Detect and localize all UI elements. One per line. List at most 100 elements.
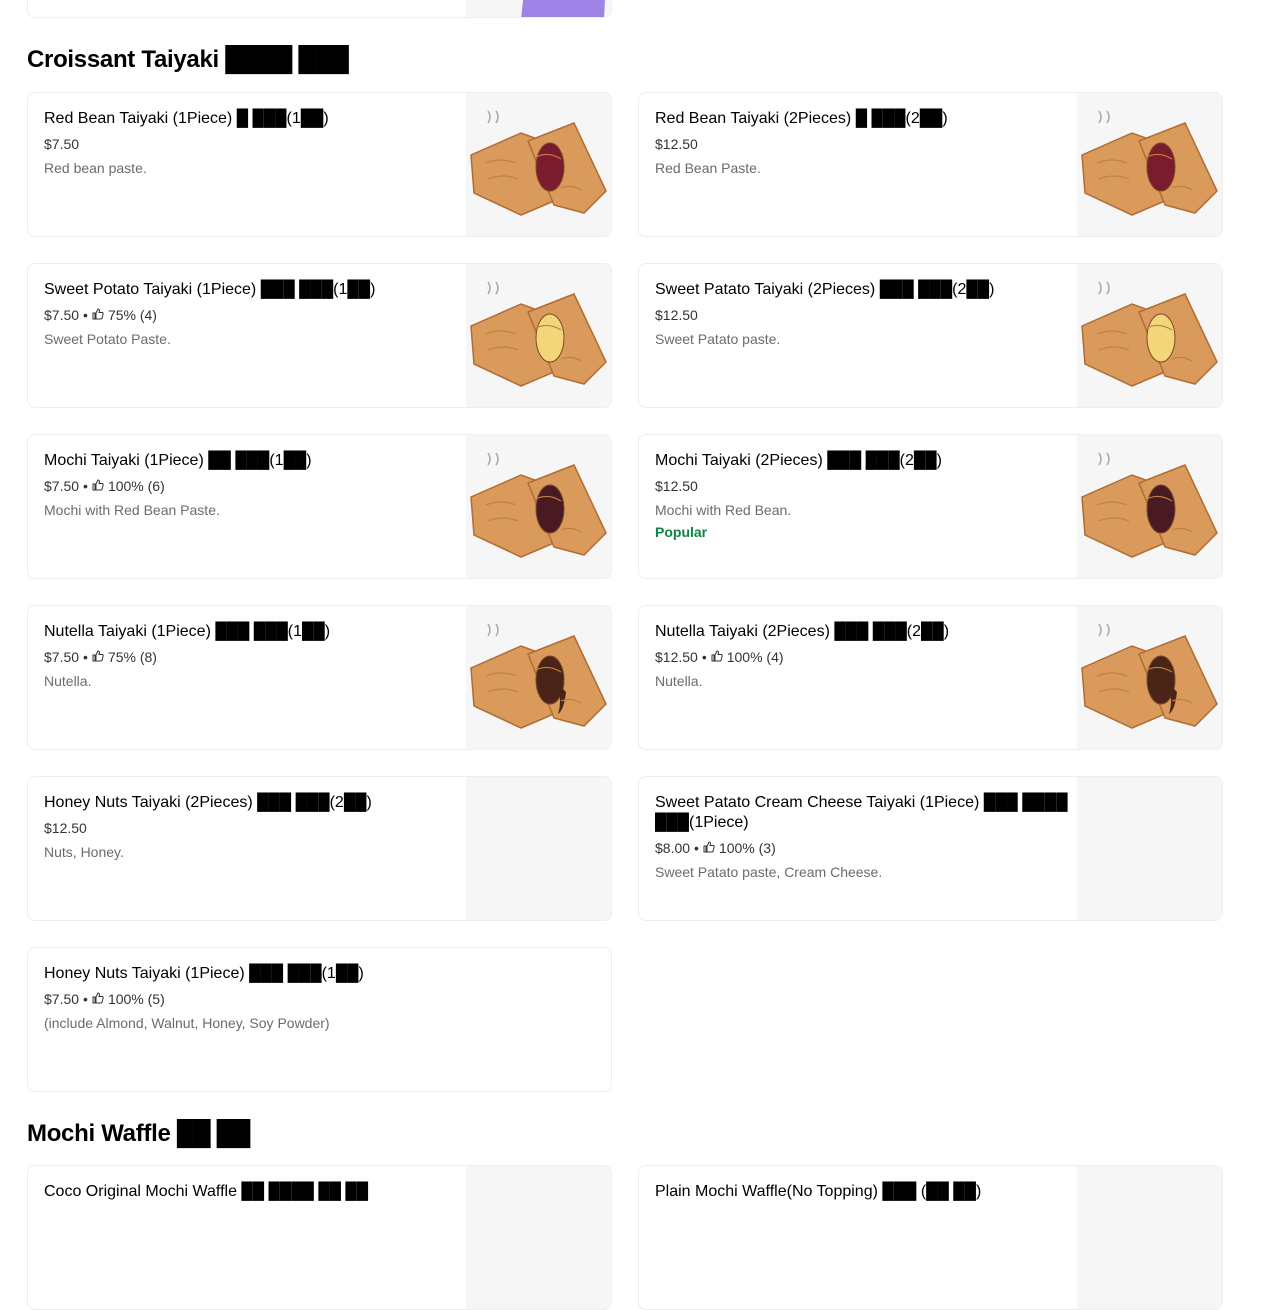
taiyaki-illustration <box>470 281 607 387</box>
item-name: Mochi Taiyaki (1Piece) ██ ███(1██) <box>44 452 312 469</box>
item-price: $12.50 <box>655 649 698 665</box>
section-title-mochi-waffle: Mochi Waffle ██ ██ <box>27 1120 251 1147</box>
item-image <box>1077 606 1222 749</box>
item-info: Mochi Taiyaki (2Pieces) ███ ███(2██) $12.… <box>655 451 1075 542</box>
popular-badge: Popular <box>655 524 708 540</box>
taiyaki-illustration <box>1081 110 1218 216</box>
item-image <box>1077 777 1222 920</box>
item-image <box>466 435 611 578</box>
item-image <box>1077 1166 1222 1309</box>
taiyaki-illustration <box>470 110 607 216</box>
item-info: Nutella Taiyaki (2Pieces) ███ ███(2██) $1… <box>655 622 1075 691</box>
taiyaki-illustration <box>1081 623 1218 729</box>
separator-dot: • <box>83 307 88 323</box>
item-price: $12.50 <box>44 820 87 836</box>
menu-item-card[interactable]: Honey Nuts Taiyaki (2Pieces) ███ ███(2██… <box>27 776 612 921</box>
item-image <box>466 777 611 920</box>
section-title-croissant-taiyaki: Croissant Taiyaki ████ ███ <box>27 46 349 73</box>
item-name: Red Bean Taiyaki (1Piece) █ ███(1██) <box>44 110 329 127</box>
item-price: $12.50 <box>655 136 698 152</box>
item-image <box>466 0 611 17</box>
item-rating: 75% (8) <box>107 649 157 665</box>
taiyaki-illustration <box>470 452 607 558</box>
item-name: Nutella Taiyaki (1Piece) ███ ███(1██) <box>44 623 331 640</box>
item-meta: $7.50 • 100% (6) <box>44 476 464 496</box>
menu-item-card[interactable]: Sweet Patato Cream Cheese Taiyaki (1Piec… <box>638 776 1223 921</box>
box-illustration <box>521 0 605 17</box>
separator-dot: • <box>701 649 707 665</box>
item-image <box>1077 264 1222 407</box>
item-meta: $8.00 • 100% (3) <box>655 838 1075 858</box>
item-info: Sweet Potato Taiyaki (1Piece) ███ ███(1█… <box>44 280 464 349</box>
item-name: Red Bean Taiyaki (2Pieces) █ ███(2██) <box>655 110 948 127</box>
item-description: Mochi with Red Bean Paste. <box>44 502 220 518</box>
item-rating: 100% (6) <box>107 478 165 494</box>
menu-item-card[interactable]: Honey Nuts Taiyaki (1Piece) ███ ███(1██)… <box>27 947 612 1092</box>
menu-item-card[interactable]: Mochi Taiyaki (1Piece) ██ ███(1██) $7.50 •… <box>27 434 612 579</box>
menu-item-card[interactable]: Nutella Taiyaki (2Pieces) ███ ███(2██) $1… <box>638 605 1223 750</box>
separator-dot: • <box>83 649 88 665</box>
item-price: $7.50 <box>44 307 80 323</box>
item-name: Sweet Patato Taiyaki (2Pieces) ███ ███(2… <box>655 281 995 298</box>
menu-item-card[interactable]: Sweet Potato Taiyaki (1Piece) ███ ███(1█… <box>27 263 612 408</box>
item-description: Red Bean Paste. <box>655 160 761 176</box>
item-info: Honey Nuts Taiyaki (1Piece) ███ ███(1██)… <box>44 964 464 1033</box>
item-description: Sweet Potato Paste. <box>44 331 171 347</box>
item-name: Plain Mochi Waffle(No Topping) ███ (██ █… <box>655 1183 982 1200</box>
item-info: Sweet Patato Cream Cheese Taiyaki (1Piec… <box>655 793 1075 882</box>
item-meta: $12.50 <box>655 476 1075 496</box>
menu-item-card[interactable]: Red Bean Taiyaki (2Pieces) █ ███(2██) $12… <box>638 92 1223 237</box>
item-name: Coco Original Mochi Waffle ██ ████ ██ ██ <box>44 1183 369 1200</box>
item-image <box>1077 93 1222 236</box>
item-info: Sweet Patato Taiyaki (2Pieces) ███ ███(2… <box>655 280 1075 349</box>
item-description: Nuts, Honey. <box>44 844 124 860</box>
item-price: $7.50 <box>44 478 80 494</box>
menu-item-card[interactable] <box>27 0 612 18</box>
thumbs-up-icon <box>92 305 104 325</box>
item-info: Honey Nuts Taiyaki (2Pieces) ███ ███(2██… <box>44 793 464 862</box>
item-meta: $7.50 • 75% (4) <box>44 305 464 325</box>
taiyaki-illustration <box>470 623 607 729</box>
item-meta: $12.50 • 100% (4) <box>655 647 1075 667</box>
separator-dot: • <box>694 840 699 856</box>
item-info: Coco Original Mochi Waffle ██ ████ ██ ██ <box>44 1182 464 1202</box>
item-price: $7.50 <box>44 991 80 1007</box>
thumbs-up-icon <box>92 989 104 1009</box>
item-meta: $12.50 <box>655 305 1075 325</box>
item-rating: 100% (5) <box>107 991 165 1007</box>
item-meta: $12.50 <box>44 818 464 838</box>
menu-item-card[interactable]: Nutella Taiyaki (1Piece) ███ ███(1██) $7.… <box>27 605 612 750</box>
item-rating: 100% (4) <box>726 649 784 665</box>
item-description: Sweet Patato paste. <box>655 331 781 347</box>
item-name: Honey Nuts Taiyaki (2Pieces) ███ ███(2██… <box>44 794 372 811</box>
separator-dot: • <box>83 991 88 1007</box>
taiyaki-illustration <box>1081 452 1218 558</box>
item-info: Red Bean Taiyaki (2Pieces) █ ███(2██) $12… <box>655 109 1075 178</box>
item-name: Sweet Potato Taiyaki (1Piece) ███ ███(1█… <box>44 281 376 298</box>
separator-dot: • <box>83 478 88 494</box>
item-meta: $7.50 • 100% (5) <box>44 989 464 1009</box>
menu-item-card[interactable]: Mochi Taiyaki (2Pieces) ███ ███(2██) $12.… <box>638 434 1223 579</box>
item-image <box>466 1166 611 1309</box>
item-description: Nutella. <box>44 673 92 689</box>
item-price: $7.50 <box>44 136 80 152</box>
menu-item-card[interactable]: Sweet Patato Taiyaki (2Pieces) ███ ███(2… <box>638 263 1223 408</box>
item-info: Plain Mochi Waffle(No Topping) ███ (██ █… <box>655 1182 1075 1202</box>
item-info: Red Bean Taiyaki (1Piece) █ ███(1██) $7.5… <box>44 109 464 178</box>
item-description: Red bean paste. <box>44 160 147 176</box>
item-rating: 75% (4) <box>107 307 157 323</box>
item-meta: $7.50 • 75% (8) <box>44 647 464 667</box>
item-description: (include Almond, Walnut, Honey, Soy Powd… <box>44 1015 330 1031</box>
item-description: Sweet Patato paste, Cream Cheese. <box>655 864 883 880</box>
thumbs-up-icon <box>711 647 723 667</box>
item-description: Mochi with Red Bean. <box>655 502 792 518</box>
menu-item-card[interactable]: Red Bean Taiyaki (1Piece) █ ███(1██) $7.5… <box>27 92 612 237</box>
menu-item-card[interactable]: Plain Mochi Waffle(No Topping) ███ (██ █… <box>638 1165 1223 1310</box>
item-image <box>466 264 611 407</box>
item-price: $12.50 <box>655 307 698 323</box>
item-description: Nutella. <box>655 673 703 689</box>
item-name: Nutella Taiyaki (2Pieces) ███ ███(2██) <box>655 623 950 640</box>
menu-item-card[interactable]: Coco Original Mochi Waffle ██ ████ ██ ██ <box>27 1165 612 1310</box>
item-price: $12.50 <box>655 478 698 494</box>
taiyaki-illustration <box>1081 281 1218 387</box>
